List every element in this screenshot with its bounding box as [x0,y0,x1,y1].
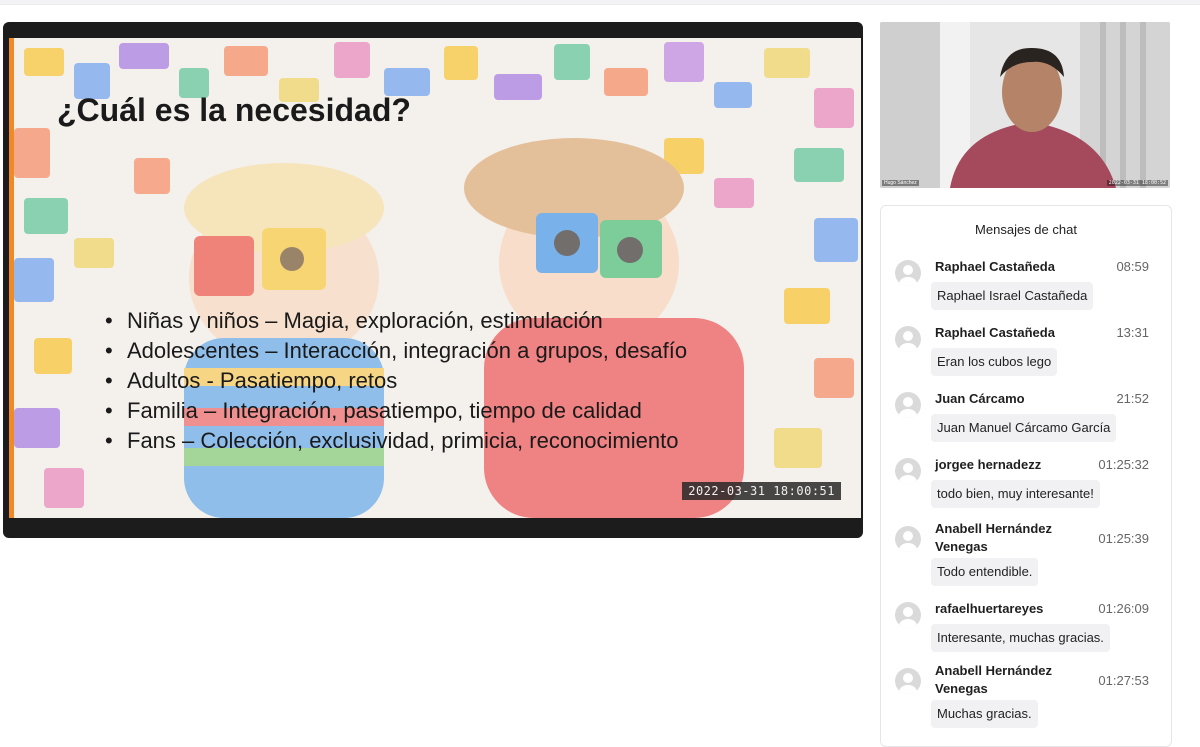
chat-time: 13:31 [1116,325,1149,340]
slide-timestamp: 2022-03-31 18:00:51 [682,482,841,500]
chat-time: 01:27:53 [1098,673,1149,688]
chat-text: Todo entendible. [931,558,1039,586]
chat-author: rafaelhuertareyes [935,601,1044,616]
slide-title: ¿Cuál es la necesidad? [57,92,411,128]
chat-author: Raphael Castañeda [935,325,1055,340]
avatar-icon [895,668,921,694]
chat-title: Mensajes de chat [975,222,1077,237]
chat-text: Raphael Israel Castañeda [931,282,1094,310]
chat-author: Anabell Hernández Venegas [935,663,1053,696]
avatar-icon [895,392,921,418]
chat-panel[interactable]: Mensajes de chat Raphael Castañeda 08:59… [880,205,1172,747]
slide-bullet: • Familia – Integración, pasatiempo, tiem… [105,398,642,423]
slide-bullet: • Niñas y niños – Magia, exploración, est… [105,308,603,333]
chat-author: Juan Cárcamo [935,391,1025,406]
slide-bullet: • Adolescentes – Interacción, integración… [105,338,688,363]
top-bar [0,0,1200,5]
slide-bullet-list: • Niñas y niños – Magia, exploración, est… [105,306,687,456]
chat-text: Juan Manuel Cárcamo García [931,414,1117,442]
chat-author: Raphael Castañeda [935,259,1055,274]
slide-bullet: • Fans – Colección, exclusividad, primici… [105,428,679,453]
chat-text: Interesante, muchas gracias. [931,624,1110,652]
avatar-icon [895,458,921,484]
chat-time: 01:25:39 [1098,531,1149,546]
webcam-name-tag: Hugo Sánchez [882,180,919,186]
avatar-icon [895,526,921,552]
chat-time: 01:26:09 [1098,601,1149,616]
chat-text: Eran los cubos lego [931,348,1058,376]
chat-text: todo bien, muy interesante! [931,480,1100,508]
chat-author: jorgee hernadezz [935,457,1042,472]
avatar-icon [895,602,921,628]
webcam-video[interactable]: Hugo Sánchez 2022-03-31 18:00:52 [880,22,1170,188]
chat-time: 01:25:32 [1098,457,1149,472]
chat-author: Anabell Hernández Venegas [935,521,1053,554]
avatar-icon [895,326,921,352]
slide-accent-bar [9,38,14,518]
chat-text: Muchas gracias. [931,700,1038,728]
webcam-image [880,22,1170,188]
presentation-view[interactable]: ¿Cuál es la necesidad? • Niñas y niños – … [3,22,863,538]
slide-bullet: • Adultos - Pasatiempo, retos [105,368,398,393]
slide: ¿Cuál es la necesidad? • Niñas y niños – … [9,38,861,518]
chat-time: 21:52 [1116,391,1149,406]
avatar-icon [895,260,921,286]
chat-time: 08:59 [1116,259,1149,274]
webcam-timestamp: 2022-03-31 18:00:52 [1106,180,1168,186]
